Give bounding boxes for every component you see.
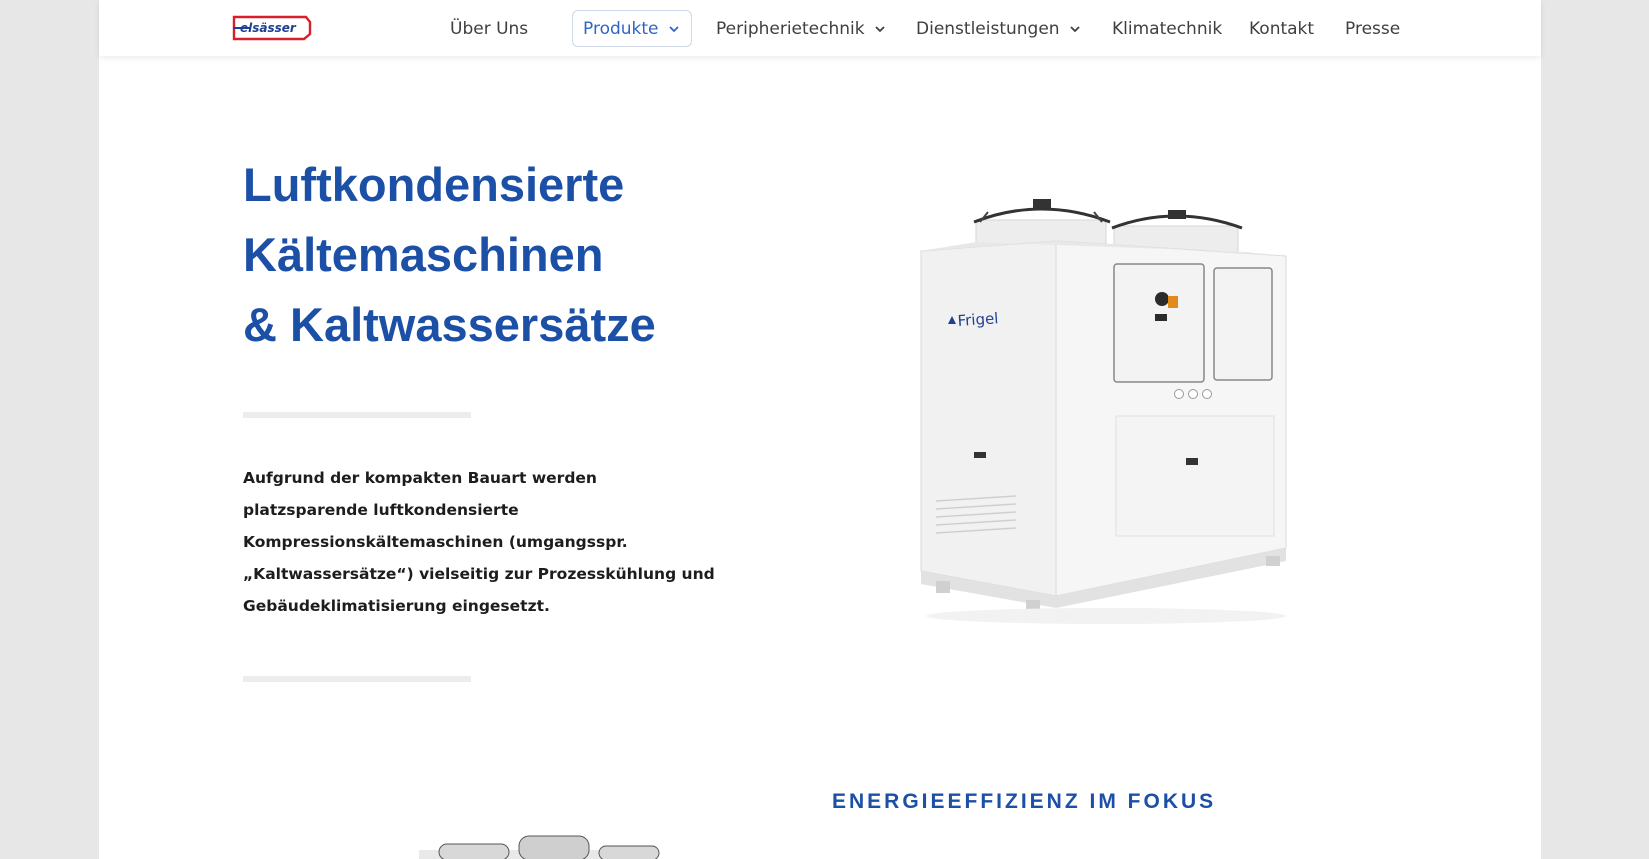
nav-produkte[interactable]: Produkte — [572, 10, 692, 47]
nav-ueber-uns[interactable]: Über Uns — [450, 10, 528, 47]
divider — [243, 412, 471, 418]
intro-paragraph: Aufgrund der kompakten Bauart werden pla… — [243, 462, 715, 622]
intro-line: platzsparende luftkondensierte — [243, 501, 519, 519]
chiller-product-image: Frigel — [920, 199, 1287, 624]
nav-klimatechnik-label: Klimatechnik — [1112, 18, 1223, 39]
section-heading: ENERGIEEFFIZIENZ IM FOKUS — [832, 790, 1217, 813]
svg-text:Frigel: Frigel — [957, 309, 999, 330]
nav-produkte-label: Produkte — [583, 18, 659, 39]
chevron-down-icon — [874, 25, 885, 32]
nav-klimatechnik[interactable]: Klimatechnik — [1112, 10, 1222, 47]
chevron-down-icon — [668, 25, 679, 32]
divider — [243, 676, 471, 682]
chiller-group-image — [419, 835, 660, 859]
nav-ueber-uns-label: Über Uns — [450, 18, 529, 39]
nav-peripherietechnik-label: Peripherietechnik — [716, 18, 865, 39]
nav-presse[interactable]: Presse — [1345, 10, 1400, 47]
title-line: Kältemaschinen — [243, 228, 604, 281]
site-header: elsässer Über Uns Produkte Peripherietec… — [99, 0, 1541, 56]
chevron-down-icon — [1069, 25, 1080, 32]
intro-line: „Kaltwassersätze“) vielseitig zur Prozes… — [243, 565, 715, 583]
intro-line: Gebäudeklimatisierung eingesetzt. — [243, 597, 550, 615]
intro-line: Aufgrund der kompakten Bauart werden — [243, 469, 597, 487]
nav-kontakt-label: Kontakt — [1249, 18, 1315, 39]
nav-peripherietechnik[interactable]: Peripherietechnik — [716, 10, 887, 47]
page: elsässer Über Uns Produkte Peripherietec… — [99, 0, 1541, 859]
page-title: Luftkondensierte Kältemaschinen & Kaltwa… — [243, 150, 803, 360]
intro-line: Kompressionskältemaschinen (umgangsspr. — [243, 533, 628, 551]
nav-presse-label: Presse — [1345, 18, 1401, 39]
nav-dienstleistungen[interactable]: Dienstleistungen — [916, 10, 1082, 47]
main-nav: Über Uns Produkte Peripherietechnik Dien… — [99, 0, 1541, 56]
title-line: Luftkondensierte — [243, 158, 625, 211]
title-line: & Kaltwassersätze — [243, 298, 656, 351]
nav-dienstleistungen-label: Dienstleistungen — [916, 18, 1060, 39]
nav-kontakt[interactable]: Kontakt — [1249, 10, 1314, 47]
